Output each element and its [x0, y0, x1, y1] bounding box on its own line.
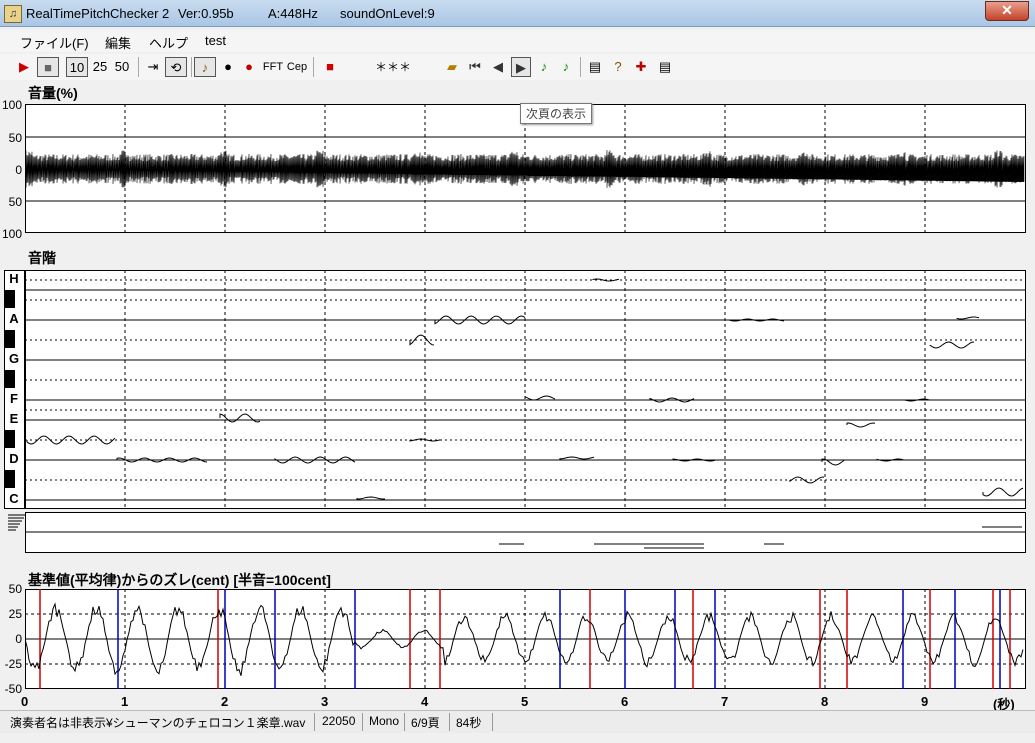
zoom-50-button[interactable]: 50 [112, 57, 132, 77]
menu-test[interactable]: test [205, 33, 226, 48]
first-page-icon[interactable]: ⏮ [466, 57, 484, 77]
print-icon[interactable]: ▤ [586, 57, 604, 77]
volume-tick: 50 [8, 131, 22, 145]
note-label: A [9, 311, 19, 326]
note-label: C [9, 491, 19, 506]
menu-file[interactable]: ファイル(F) [20, 33, 89, 52]
note-green-icon[interactable]: ♪ [536, 57, 552, 77]
window-title-a: A:448Hz [268, 6, 318, 21]
marker-icon[interactable]: ✚ [632, 57, 650, 77]
volume-tick: 50 [8, 195, 22, 209]
status-file: 演奏者名は非表示¥シューマンのチェロコン１楽章.wav [10, 716, 306, 730]
status-bar: 演奏者名は非表示¥シューマンのチェロコン１楽章.wav 22050 Mono 6… [0, 710, 1035, 733]
zoom-25-button[interactable]: 25 [90, 57, 110, 77]
x-tick: 8 [821, 694, 829, 709]
print-setup-icon[interactable]: ▤ [656, 57, 674, 77]
toolbar: ▶ ■ 10 25 50 ⇥ ⟲ ♪ ● ● FFT Cep ■ ＊＊＊ ▰ ⏮… [0, 54, 1035, 80]
play-button[interactable]: ▶ [15, 57, 33, 77]
value-display: ＊＊＊ [374, 60, 411, 74]
toolbar-separator [580, 57, 581, 77]
next-page-icon[interactable]: ▶ [511, 57, 531, 77]
x-tick: 0 [21, 694, 29, 709]
window-title-level: soundOnLevel:9 [340, 6, 435, 21]
toolbar-separator [313, 57, 314, 77]
keyboard [4, 270, 25, 509]
volume-tick: 100 [1, 98, 22, 112]
toolbar-separator [138, 57, 139, 77]
note-green2-icon[interactable]: ♪ [558, 57, 574, 77]
cepstrum-button[interactable]: Cep [286, 57, 308, 77]
x-tick: 9 [921, 694, 929, 709]
record-button[interactable]: ■ [321, 57, 339, 77]
note-label: G [8, 351, 20, 366]
prev-page-icon[interactable]: ◀ [489, 57, 507, 77]
cent-tick: 50 [8, 582, 22, 596]
fft-button[interactable]: FFT [262, 57, 284, 77]
close-button[interactable]: ✕ [985, 1, 1029, 21]
x-tick: 5 [521, 694, 529, 709]
open-folder-icon[interactable]: ▰ [443, 57, 461, 77]
menu-help[interactable]: ヘルプ [149, 33, 188, 52]
window-title-app: RealTimePitchChecker 2 [26, 6, 170, 21]
scale-title: 音階 [28, 250, 56, 266]
repeat-icon[interactable]: ⟲ [165, 57, 187, 77]
tooltip: 次頁の表示 [520, 103, 593, 124]
zoom-10-button[interactable]: 10 [66, 57, 88, 77]
cent-tick: -25 [4, 657, 22, 671]
x-tick: 1 [121, 694, 129, 709]
status-duration: 84秒 [456, 716, 482, 730]
pitch-scale-plot[interactable] [25, 270, 1027, 510]
cello-icon[interactable]: ♪ [194, 57, 216, 77]
stop-button[interactable]: ■ [37, 57, 59, 77]
volume-tick: 0 [15, 163, 22, 177]
x-tick: 7 [721, 694, 729, 709]
volume-title: 音量(%) [28, 85, 78, 101]
cent-tick: -50 [4, 682, 22, 696]
app-icon[interactable]: ♫ [4, 5, 22, 23]
cent-tick: 25 [8, 607, 22, 621]
title-bar: ♫ RealTimePitchChecker 2 Ver:0.95b A:448… [0, 0, 1035, 27]
note-label: D [9, 451, 19, 466]
menu-edit[interactable]: 編集 [105, 33, 131, 52]
help-icon[interactable]: ? [609, 57, 627, 77]
note-label: F [10, 391, 18, 406]
status-channels: Mono [369, 714, 400, 728]
note-label: H [9, 271, 19, 286]
person-icon[interactable]: ● [219, 57, 237, 77]
note-label: E [9, 411, 19, 426]
x-tick: 2 [221, 694, 229, 709]
event-strip [8, 512, 1026, 553]
person-red-icon[interactable]: ● [240, 57, 258, 77]
x-tick: 6 [621, 694, 629, 709]
jump-icon[interactable]: ⇥ [144, 57, 162, 77]
cent-tick: 0 [15, 632, 22, 646]
status-page: 6/9頁 [411, 716, 440, 730]
window-title-version: Ver:0.95b [178, 6, 234, 21]
toolbar-separator [191, 57, 192, 77]
x-tick: 4 [421, 694, 429, 709]
menu-bar: ファイル(F) 編集 ヘルプ test [0, 30, 1035, 52]
x-tick: 3 [321, 694, 329, 709]
cent-deviation-plot[interactable] [25, 589, 1027, 690]
volume-tick: 100 [1, 227, 22, 241]
status-rate: 22050 [322, 714, 356, 728]
cent-title: 基準値(平均律)からのズレ(cent) [半音=100cent] [28, 572, 331, 588]
